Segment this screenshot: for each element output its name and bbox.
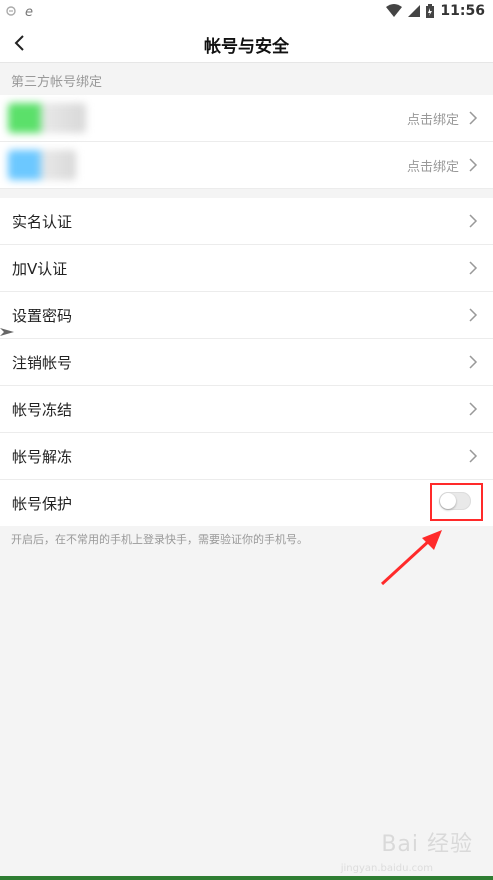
menu-item-label: 实名认证 bbox=[12, 213, 73, 231]
wifi-icon bbox=[386, 4, 403, 17]
blurred-account-name bbox=[8, 103, 86, 133]
menu-item-real-name[interactable]: 实名认证 bbox=[0, 198, 493, 245]
bottom-edge-bar bbox=[0, 876, 493, 880]
signal-icon bbox=[408, 5, 421, 17]
third-party-header: 第三方帐号绑定 bbox=[0, 63, 493, 95]
third-party-row-qq[interactable]: 点击绑定 bbox=[0, 142, 493, 189]
menu-item-cancel-account[interactable]: 注销帐号 bbox=[0, 339, 493, 386]
bind-action-label: 点击绑定 bbox=[406, 113, 459, 128]
menu-item-label: 帐号解冻 bbox=[12, 448, 73, 466]
chevron-right-icon bbox=[469, 355, 478, 369]
menu-item-set-password[interactable]: 设置密码 bbox=[0, 292, 493, 339]
third-party-header-label: 第三方帐号绑定 bbox=[11, 75, 103, 90]
menu-item-label: 设置密码 bbox=[12, 307, 73, 325]
blurred-account-name bbox=[8, 150, 76, 180]
battery-icon bbox=[426, 4, 435, 18]
navigation-bar: 帐号与安全 bbox=[0, 24, 493, 63]
annotation-highlight-box bbox=[430, 483, 483, 521]
baidu-watermark: Bai 经验 bbox=[381, 832, 473, 857]
baidu-watermark-url: jingyan.baidu.com bbox=[340, 863, 433, 874]
third-party-row-wechat[interactable]: 点击绑定 bbox=[0, 95, 493, 142]
menu-item-unfreeze-account[interactable]: 帐号解冻 bbox=[0, 433, 493, 480]
bind-action-label: 点击绑定 bbox=[406, 160, 459, 175]
third-party-list: 点击绑定 点击绑定 bbox=[0, 95, 493, 189]
status-time: 11:56 bbox=[440, 3, 485, 19]
page-title: 帐号与安全 bbox=[204, 37, 289, 57]
protection-hint-text: 开启后，在不常用的手机上登录快手，需要验证你的手机号。 bbox=[11, 533, 308, 546]
chevron-right-icon bbox=[469, 214, 478, 228]
chevron-right-icon bbox=[469, 308, 478, 322]
status-bar: e 11:56 bbox=[0, 0, 493, 24]
status-right: 11:56 bbox=[386, 3, 485, 19]
menu-item-label: 注销帐号 bbox=[12, 354, 73, 372]
security-menu-list: 实名认证 加V认证 设置密码 注销帐号 帐号冻结 帐号解冻 帐号保护 bbox=[0, 198, 493, 526]
chevron-right-icon bbox=[469, 449, 478, 463]
menu-item-freeze-account[interactable]: 帐号冻结 bbox=[0, 386, 493, 433]
annotation-arrow-icon bbox=[380, 530, 442, 586]
browser-e-icon: e bbox=[25, 5, 33, 18]
chevron-right-icon bbox=[469, 261, 478, 275]
menu-item-label: 加V认证 bbox=[12, 260, 68, 278]
menu-item-account-protection: 帐号保护 bbox=[0, 480, 493, 526]
chevron-right-icon bbox=[469, 402, 478, 416]
chevron-right-icon bbox=[469, 111, 478, 125]
svg-text:e: e bbox=[25, 5, 33, 18]
floating-side-icon bbox=[0, 328, 14, 336]
menu-item-v-verify[interactable]: 加V认证 bbox=[0, 245, 493, 292]
notification-icon bbox=[6, 6, 16, 16]
status-left: e bbox=[6, 4, 38, 18]
menu-item-label: 帐号冻结 bbox=[12, 401, 73, 419]
chevron-right-icon bbox=[469, 158, 478, 172]
menu-item-label: 帐号保护 bbox=[12, 495, 73, 513]
